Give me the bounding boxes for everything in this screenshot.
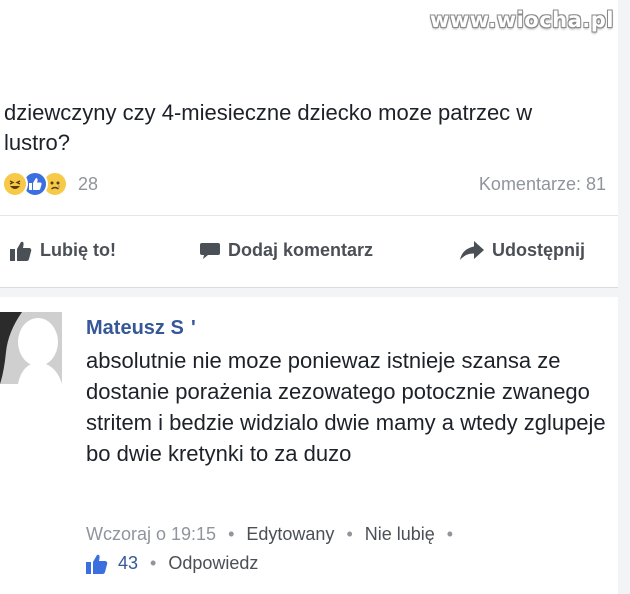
comment-likes-row: 43 • Odpowiedz — [86, 553, 258, 574]
like-button[interactable]: Lubię to! — [10, 240, 116, 261]
avatar[interactable] — [0, 312, 62, 384]
reaction-count: 28 — [78, 173, 99, 194]
comment-author-link[interactable]: Mateusz S — [86, 317, 184, 340]
comment-card: Mateusz S ' absolutnie nie moze poniewaz… — [0, 297, 618, 594]
watermark-logo: www.wiocha.pl — [429, 8, 614, 32]
post-text: dziewczyny czy 4-miesieczne dziecko moze… — [4, 100, 533, 155]
like-button-label: Lubię to! — [40, 240, 116, 260]
divider — [0, 215, 618, 216]
comment-button[interactable]: Dodaj komentarz — [200, 240, 373, 261]
separator-dot: • — [150, 553, 157, 573]
separator-dot: • — [228, 524, 235, 544]
separator-dot: • — [346, 524, 353, 544]
share-arrow-icon — [460, 240, 484, 261]
unlike-button[interactable]: Nie lubię — [365, 524, 435, 545]
speech-bubble-icon — [200, 242, 220, 260]
edited-label[interactable]: Edytowany — [246, 524, 334, 545]
comment-meta: Wczoraj o 19:15 • Edytowany • Nie lubię … — [86, 524, 465, 545]
post-card: dziewczyny czy 4-miesieczne dziecko moze… — [0, 0, 618, 288]
separator-dot: • — [446, 524, 454, 544]
reply-button[interactable]: Odpowiedz — [168, 553, 258, 574]
haha-reaction-icon — [2, 171, 28, 197]
comment-author-extra: ' — [191, 317, 196, 339]
comment-timestamp[interactable]: Wczoraj o 19:15 — [86, 524, 216, 545]
reactions-summary[interactable]: 28 — [2, 171, 98, 197]
thumbs-up-icon — [10, 241, 32, 261]
comments-count-link[interactable]: Komentarze: 81 — [479, 174, 606, 195]
comment-text: absolutnie nie moze poniewaz istnieje sz… — [86, 348, 606, 466]
share-button-label: Udostępnij — [492, 240, 585, 260]
comment-button-label: Dodaj komentarz — [228, 240, 374, 260]
thumbs-up-icon — [86, 554, 108, 574]
comment-like-count[interactable]: 43 — [118, 553, 138, 574]
share-button[interactable]: Udostępnij — [460, 240, 585, 261]
